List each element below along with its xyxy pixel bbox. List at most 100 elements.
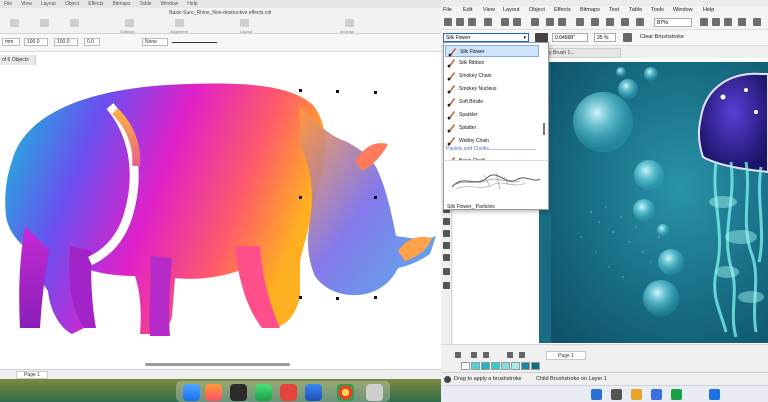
menu-bitmaps[interactable]: Bitmaps	[580, 7, 600, 13]
last-page-icon[interactable]	[519, 352, 525, 358]
options-icon[interactable]	[724, 18, 732, 26]
search-icon[interactable]	[531, 18, 539, 26]
photo-app-icon[interactable]	[280, 384, 297, 401]
fullscreen-icon[interactable]	[621, 18, 629, 26]
outline-select[interactable]: None	[142, 38, 168, 46]
menu-help[interactable]: Help	[703, 7, 714, 13]
color-swatch[interactable]	[531, 362, 540, 370]
menu-bitmaps[interactable]: Bitmaps	[112, 1, 130, 7]
brush-option[interactable]: Smokey Chain	[445, 70, 539, 82]
app-icon[interactable]	[230, 384, 247, 401]
prev-page-icon[interactable]	[483, 352, 489, 358]
chrome-icon[interactable]	[337, 384, 354, 401]
dropdown-scroll-thumb[interactable]	[543, 123, 545, 135]
objects-tab[interactable]: of 6 Objects	[0, 55, 36, 65]
explorer-icon[interactable]	[631, 389, 642, 400]
menu-view[interactable]: View	[21, 1, 32, 7]
smoothing-field[interactable]: 35 %	[594, 33, 616, 42]
finder-icon[interactable]	[183, 384, 200, 401]
open-icon[interactable]	[456, 18, 464, 26]
angle-field[interactable]: 0.0	[84, 38, 100, 46]
page-tab[interactable]: Page 1	[16, 371, 48, 379]
menu-file[interactable]: File	[443, 7, 452, 13]
messages-icon[interactable]	[255, 384, 272, 401]
brush-option[interactable]: Soft Bristle	[445, 96, 539, 108]
menu-text[interactable]: Text	[609, 7, 619, 13]
new-doc-icon[interactable]	[10, 19, 19, 27]
document-tab[interactable]: ly Brush 1...	[541, 48, 621, 58]
search-icon[interactable]	[611, 389, 622, 400]
clear-brushstroke-button[interactable]: Clear Brushstroke	[640, 33, 684, 42]
menu-object[interactable]: Object	[65, 1, 79, 7]
brush-option[interactable]: Silk Flower	[445, 45, 539, 57]
shape-tool-icon[interactable]	[443, 218, 450, 225]
brush-option[interactable]: Splatter	[445, 122, 539, 134]
menu-layout[interactable]: Layout	[41, 1, 56, 7]
settings-icon[interactable]	[125, 19, 134, 27]
menu-effects[interactable]: Effects	[88, 1, 103, 7]
snap-icon[interactable]	[700, 18, 708, 26]
menu-tools[interactable]: Tools	[651, 7, 664, 13]
eyedropper-tool-icon[interactable]	[443, 282, 450, 289]
publish-icon[interactable]	[576, 18, 584, 26]
fill-tool-icon[interactable]	[443, 268, 450, 275]
color-swatch[interactable]	[461, 362, 470, 370]
import-icon[interactable]	[546, 18, 554, 26]
save-icon[interactable]	[468, 18, 476, 26]
settings-icon[interactable]	[753, 18, 761, 26]
zoom-tool-icon[interactable]	[443, 242, 450, 249]
redo-icon[interactable]	[513, 18, 521, 26]
start-icon[interactable]	[591, 389, 602, 400]
save-icon[interactable]	[70, 19, 79, 27]
menu-layout[interactable]: Layout	[503, 7, 520, 13]
print-icon[interactable]	[484, 18, 492, 26]
export-icon[interactable]	[558, 18, 566, 26]
brush-option[interactable]: Sparkler	[445, 109, 539, 121]
open-icon[interactable]	[40, 19, 49, 27]
color-swatch[interactable]	[471, 362, 480, 370]
menu-object[interactable]: Object	[529, 7, 545, 13]
menu-help[interactable]: Help	[187, 1, 197, 7]
menu-window[interactable]: Window	[673, 7, 693, 13]
new-icon[interactable]	[444, 18, 452, 26]
trash-icon[interactable]	[366, 384, 383, 401]
menu-window[interactable]: Window	[161, 1, 179, 7]
color-swatch[interactable]	[491, 362, 500, 370]
stroke-width-field[interactable]: 0.04568"	[552, 33, 588, 42]
brush-option[interactable]: Smokey Nucleus	[445, 83, 539, 95]
zoom-select[interactable]: 87%	[654, 18, 692, 27]
freehand-tool-icon[interactable]	[443, 254, 450, 261]
guides-icon[interactable]	[712, 18, 720, 26]
brush-option[interactable]: Silk Ribbon	[445, 57, 539, 69]
color-swatch[interactable]	[511, 362, 520, 370]
crop-tool-icon[interactable]	[443, 230, 450, 237]
undo-icon[interactable]	[501, 18, 509, 26]
first-page-icon[interactable]	[471, 352, 477, 358]
coreldraw-icon[interactable]	[305, 384, 322, 401]
align-icon[interactable]	[175, 19, 184, 27]
menu-table[interactable]: Table	[140, 1, 152, 7]
launchpad-icon[interactable]	[205, 384, 222, 401]
layout-icon[interactable]	[240, 19, 249, 27]
next-page-icon[interactable]	[507, 352, 513, 358]
menu-table[interactable]: Table	[629, 7, 642, 13]
coreldraw-icon[interactable]	[651, 389, 662, 400]
edge-icon[interactable]	[709, 389, 720, 400]
menu-view[interactable]: View	[483, 7, 495, 13]
clear-brush-icon[interactable]	[623, 33, 632, 42]
menu-effects[interactable]: Effects	[554, 7, 571, 13]
color-swatch[interactable]	[481, 362, 490, 370]
add-page-icon[interactable]	[455, 352, 461, 358]
menu-file[interactable]: File	[4, 1, 12, 7]
app-icon[interactable]	[671, 389, 682, 400]
launch-icon[interactable]	[738, 18, 746, 26]
brush-type-select[interactable]: Silk Flower ▾	[443, 33, 529, 42]
page-tab[interactable]: Page 1	[546, 351, 586, 360]
arrange-icon[interactable]	[345, 19, 354, 27]
app-launcher-icon[interactable]	[591, 18, 599, 26]
menu-edit[interactable]: Edit	[463, 7, 472, 13]
horizontal-scrollbar[interactable]	[145, 363, 290, 366]
grid-icon[interactable]	[606, 18, 614, 26]
x-position-field[interactable]: 100.0	[24, 38, 48, 46]
y-position-field[interactable]: 100.0	[54, 38, 78, 46]
